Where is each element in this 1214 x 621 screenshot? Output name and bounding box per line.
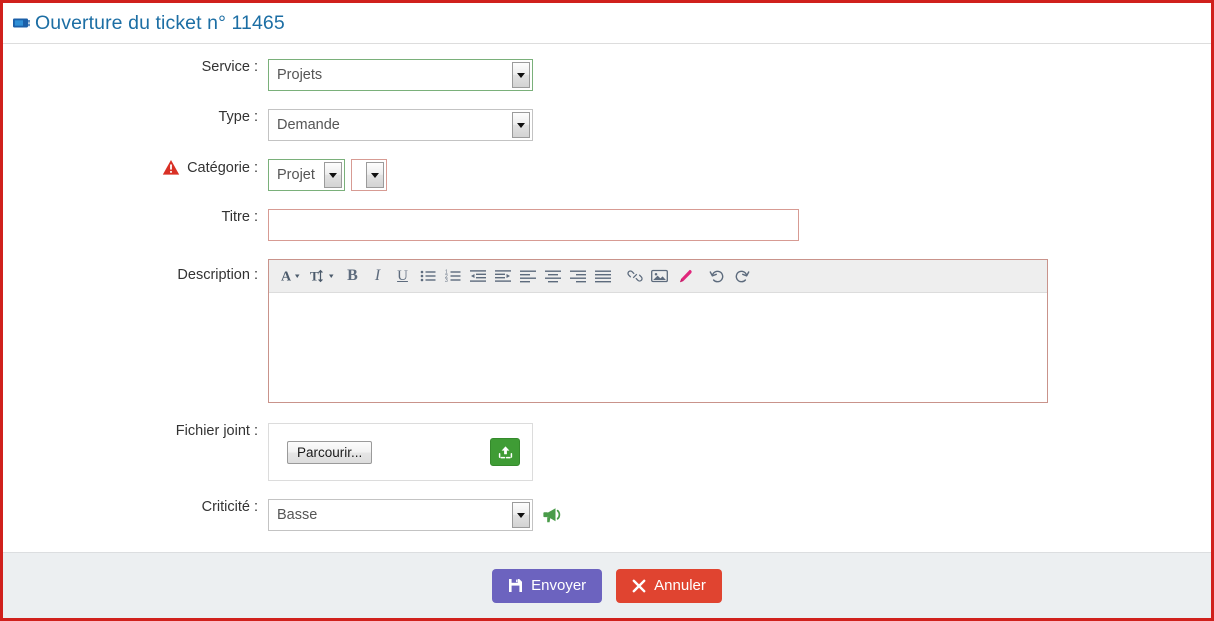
type-select-value: Demande bbox=[277, 117, 340, 133]
page-header: Ouverture du ticket n° 11465 bbox=[3, 3, 1211, 44]
description-editor: A T B I U 1 2 3 bbox=[268, 259, 1048, 403]
titre-label: Titre : bbox=[221, 209, 258, 225]
align-right-icon[interactable] bbox=[566, 264, 589, 289]
editor-toolbar: A T B I U 1 2 3 bbox=[269, 260, 1047, 293]
categorie-select[interactable]: Projet bbox=[268, 159, 345, 191]
cancel-button-label: Annuler bbox=[654, 577, 706, 594]
chevron-down-icon[interactable] bbox=[512, 502, 530, 528]
align-justify-icon[interactable] bbox=[591, 264, 614, 289]
titre-input[interactable] bbox=[268, 209, 799, 241]
fichier-joint-label: Fichier joint : bbox=[175, 423, 258, 439]
align-center-icon[interactable] bbox=[541, 264, 564, 289]
criticite-select-value: Basse bbox=[277, 507, 318, 523]
description-textarea[interactable] bbox=[269, 293, 1047, 402]
categorie-select-value: Projet bbox=[277, 167, 315, 183]
numbered-list-icon[interactable]: 1 2 3 bbox=[441, 264, 464, 289]
cancel-button[interactable]: Annuler bbox=[616, 568, 722, 603]
upload-icon bbox=[498, 445, 512, 458]
form-row-description: Description : A T B I U 1 2 3 bbox=[3, 259, 1211, 403]
form-row-type: Type : Demande bbox=[3, 109, 1211, 141]
bullet-list-icon[interactable] bbox=[416, 264, 439, 289]
highlighter-icon[interactable] bbox=[673, 264, 696, 289]
page-title: Ouverture du ticket n° 11465 bbox=[35, 11, 285, 34]
description-label: Description : bbox=[177, 267, 258, 283]
chevron-down-icon[interactable] bbox=[366, 162, 384, 188]
underline-icon[interactable]: U bbox=[391, 264, 414, 289]
browse-button[interactable]: Parcourir... bbox=[287, 440, 373, 464]
categorie-label: Catégorie : bbox=[187, 159, 258, 176]
form-row-service: Service : Projets bbox=[3, 59, 1211, 91]
sous-categorie-select[interactable] bbox=[351, 159, 387, 191]
save-icon bbox=[508, 578, 523, 593]
service-select-value: Projets bbox=[277, 67, 323, 83]
form-row-titre: Titre : bbox=[3, 209, 1211, 241]
form-row-fichier-joint: Fichier joint : Parcourir... bbox=[3, 423, 1211, 481]
italic-icon[interactable]: I bbox=[366, 264, 389, 289]
type-select[interactable]: Demande bbox=[268, 109, 533, 141]
font-size-icon[interactable]: T bbox=[309, 264, 339, 289]
undo-icon[interactable] bbox=[705, 264, 728, 289]
service-select[interactable]: Projets bbox=[268, 59, 533, 91]
upload-button[interactable] bbox=[490, 438, 520, 466]
submit-button-label: Envoyer bbox=[531, 577, 587, 594]
warning-triangle-icon bbox=[162, 159, 180, 176]
ticket-icon bbox=[12, 14, 30, 32]
svg-text:T: T bbox=[310, 269, 319, 284]
categorie-label-cell: Catégorie : bbox=[3, 159, 268, 176]
svg-text:A: A bbox=[281, 270, 292, 285]
megaphone-icon[interactable] bbox=[542, 505, 564, 525]
outdent-icon[interactable] bbox=[466, 264, 489, 289]
service-label: Service : bbox=[201, 59, 258, 75]
align-left-icon[interactable] bbox=[516, 264, 539, 289]
form-row-categorie: Catégorie : Projet bbox=[3, 159, 1211, 191]
svg-text:3: 3 bbox=[445, 278, 448, 283]
chevron-down-icon[interactable] bbox=[512, 62, 530, 88]
image-icon[interactable] bbox=[648, 264, 671, 289]
ticket-creation-page: Ouverture du ticket n° 11465 Service : P… bbox=[0, 0, 1214, 621]
ticket-form: Service : Projets Type : Demande Catégor… bbox=[3, 44, 1211, 552]
font-color-icon[interactable]: A bbox=[277, 264, 307, 289]
chevron-down-icon[interactable] bbox=[512, 112, 530, 138]
bold-icon[interactable]: B bbox=[341, 264, 364, 289]
redo-icon[interactable] bbox=[730, 264, 753, 289]
criticite-select[interactable]: Basse bbox=[268, 499, 533, 531]
submit-button[interactable]: Envoyer bbox=[492, 568, 603, 603]
form-footer: Envoyer Annuler bbox=[3, 552, 1211, 618]
indent-icon[interactable] bbox=[491, 264, 514, 289]
close-x-icon bbox=[632, 579, 646, 593]
type-label: Type : bbox=[218, 109, 259, 125]
criticite-label: Criticité : bbox=[201, 499, 258, 515]
form-row-criticite: Criticité : Basse bbox=[3, 499, 1211, 531]
file-upload-box: Parcourir... bbox=[268, 423, 533, 481]
link-icon[interactable] bbox=[623, 264, 646, 289]
chevron-down-icon[interactable] bbox=[324, 162, 342, 188]
